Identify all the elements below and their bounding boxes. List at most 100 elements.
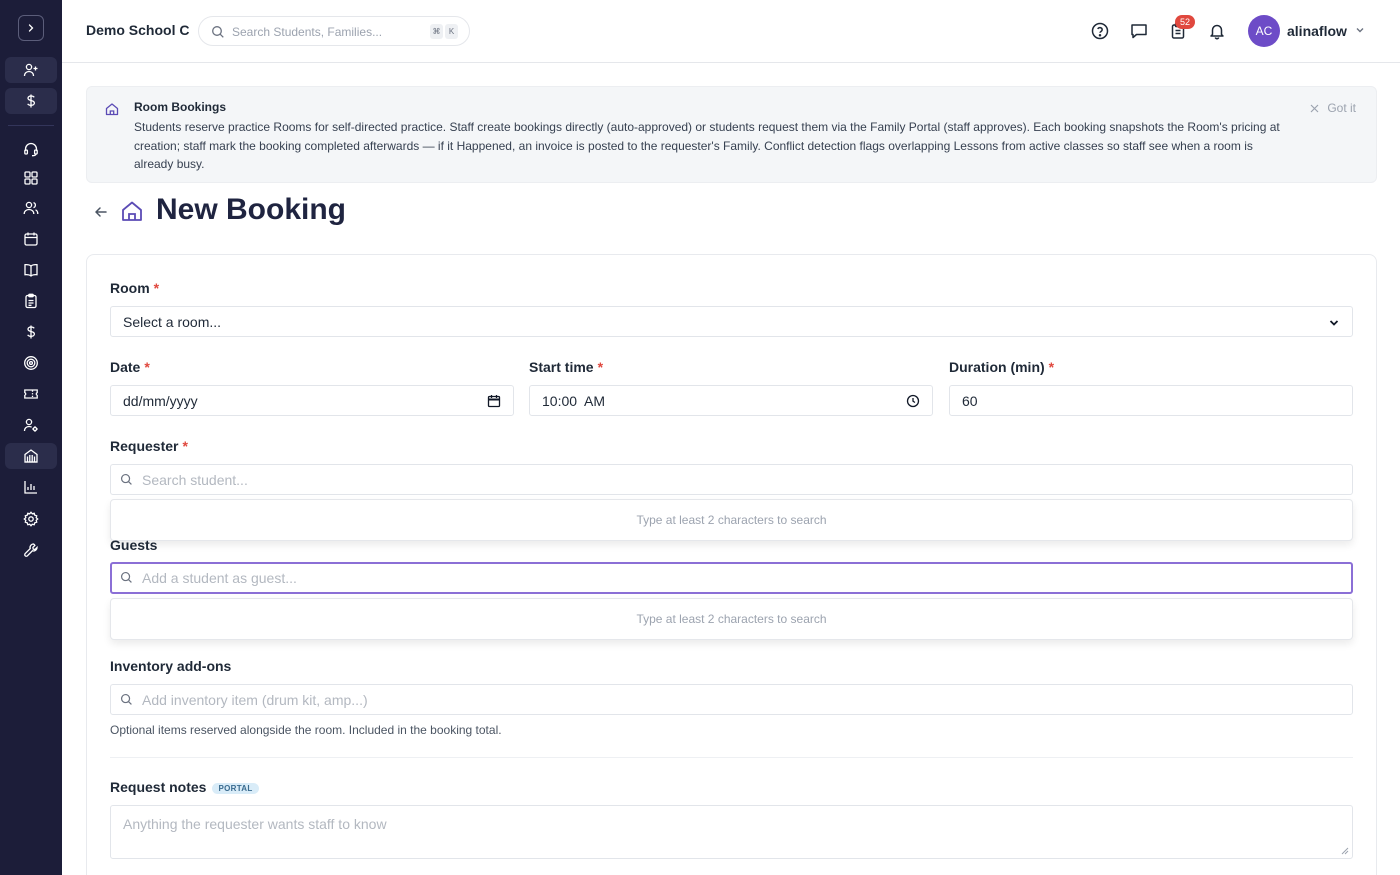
requester-search-input[interactable]: Search student... [110,464,1353,495]
duration-value: 60 [962,393,978,409]
home-icon [105,103,119,116]
search-placeholder: Search Students, Families... [232,25,383,39]
user-name[interactable]: alinaflow [1287,23,1347,39]
duration-label: Duration (min) * [949,359,1055,375]
date-label: Date * [110,359,150,375]
search-icon [212,26,224,38]
sidebar-item-calendar[interactable] [5,226,57,252]
page-title: New Booking [156,193,347,226]
sidebar-item-support[interactable] [5,136,57,162]
room-select-value: Select a room... [123,314,222,330]
resize-handle-icon[interactable] [1341,847,1349,855]
users-icon [23,201,39,215]
sidebar-item-rooms[interactable] [5,443,57,469]
guests-dropdown-hint: Type at least 2 characters to search [636,612,827,626]
message-icon [1131,24,1147,39]
help-button[interactable] [1090,21,1110,41]
start-time-input[interactable]: 10:00 AM [529,385,933,416]
chart-icon [24,481,37,494]
info-banner: Room Bookings Students reserve practice … [86,86,1377,183]
sidebar-item-staff[interactable] [5,412,57,438]
notifications-button[interactable] [1207,21,1227,41]
portal-badge: PORTAL [212,782,259,794]
chevron-right-icon [28,24,34,32]
sidebar-item-tools[interactable] [5,537,57,563]
notification-count-badge: 52 [1175,15,1195,29]
guests-label: Guests [110,537,158,553]
search-icon [120,693,132,705]
chevron-down-icon [1329,320,1339,326]
requester-placeholder: Search student... [142,472,248,488]
room-select[interactable]: Select a room... [110,306,1353,337]
date-input-value: dd/mm/yyyy [123,393,198,409]
gear-icon [23,511,39,527]
room-label: Room * [110,280,160,296]
sidebar [0,0,62,875]
calendar-icon[interactable] [487,394,501,408]
chevron-down-icon[interactable] [1354,24,1366,36]
duration-input[interactable]: 60 [949,385,1353,416]
requester-label: Requester * [110,438,188,454]
clipboard-icon [25,293,37,309]
sidebar-item-settings[interactable] [5,506,57,532]
shortcut-key-k: K [445,24,458,39]
user-plus-icon [23,63,38,77]
sidebar-item-finance[interactable] [5,319,57,345]
clock-icon[interactable] [906,394,920,408]
inventory-placeholder: Add inventory item (drum kit, amp...) [142,692,368,708]
inventory-hint: Optional items reserved alongside the ro… [110,723,502,737]
sidebar-item-add-user[interactable] [5,57,57,83]
request-notes-textarea[interactable]: Anything the requester wants staff to kn… [110,805,1353,859]
banner-description: Students reserve practice Rooms for self… [134,120,1280,171]
section-divider [110,757,1353,758]
home-icon [122,201,142,221]
close-icon [1310,104,1319,112]
sidebar-item-billing[interactable] [5,88,57,114]
requester-dropdown-hint: Type at least 2 characters to search [636,513,827,527]
sidebar-toggle-button[interactable] [18,15,44,41]
sidebar-item-dashboard[interactable] [5,165,57,191]
wrench-icon [24,543,38,557]
start-time-label: Start time * [529,359,604,375]
sidebar-item-attendance[interactable] [5,288,57,314]
building-icon [24,449,38,463]
banner-title: Room Bookings [134,100,226,114]
help-icon [1091,22,1109,40]
sidebar-item-students[interactable] [5,195,57,221]
request-notes-label: Request notes PORTAL [110,779,259,795]
back-arrow-icon[interactable] [93,204,109,220]
user-settings-icon [23,418,38,432]
requester-search-dropdown: Type at least 2 characters to search [110,499,1353,541]
global-search-input[interactable]: Search Students, Families... ⌘ K [198,16,470,46]
date-input[interactable]: dd/mm/yyyy [110,385,514,416]
ticket-icon [24,389,38,399]
book-icon [24,263,38,277]
search-icon [120,473,132,485]
top-header: Demo School C Search Students, Families.… [62,0,1400,63]
sidebar-item-goals[interactable] [5,350,57,376]
sidebar-divider [8,125,54,126]
sidebar-item-reports[interactable] [5,474,57,500]
dismiss-banner-button[interactable]: Got it [1310,101,1356,115]
shortcut-key-cmd: ⌘ [430,24,443,39]
user-avatar[interactable]: AC [1248,15,1280,47]
target-icon [24,356,38,370]
dismiss-label: Got it [1327,101,1356,115]
start-time-value: 10:00 AM [542,393,606,409]
dollar-icon [27,325,36,339]
guests-search-dropdown: Type at least 2 characters to search [110,598,1353,640]
dashboard-icon [24,171,38,185]
sidebar-item-courses[interactable] [5,257,57,283]
messages-button[interactable] [1129,21,1149,41]
guests-search-input[interactable]: Add a student as guest... [110,562,1353,594]
school-name: Demo School C [86,22,190,38]
calendar-icon [24,232,38,246]
headset-icon [24,142,38,157]
guests-placeholder: Add a student as guest... [142,570,297,586]
dollar-icon [27,94,36,108]
bell-icon [1210,24,1224,40]
inventory-search-input[interactable]: Add inventory item (drum kit, amp...) [110,684,1353,715]
inventory-label: Inventory add-ons [110,658,232,674]
sidebar-item-events[interactable] [5,381,57,407]
search-icon [120,571,132,583]
